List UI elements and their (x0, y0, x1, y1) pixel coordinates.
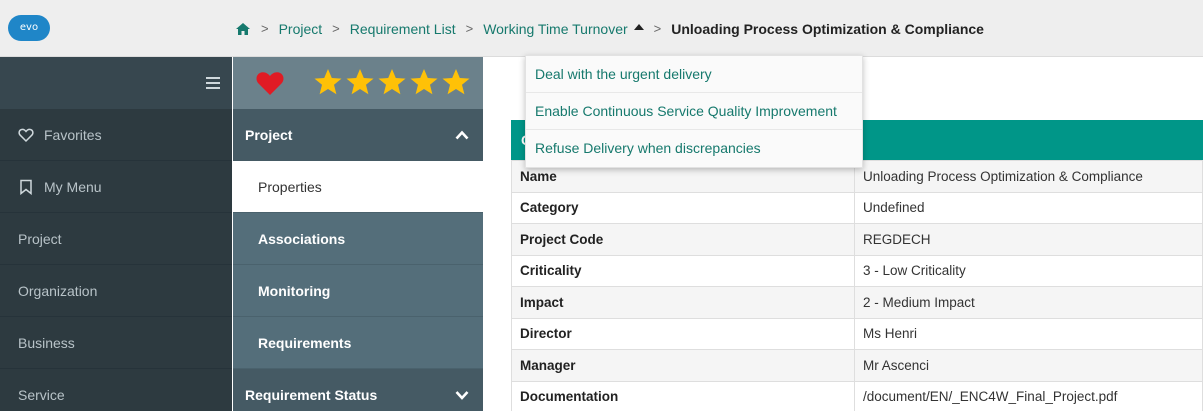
breadcrumb-project[interactable]: Project (279, 21, 323, 37)
breadcrumb: > Project > Requirement List > Working T… (235, 0, 984, 57)
table-row: Documentation/document/EN/_ENC4W_Final_P… (511, 380, 1203, 411)
star-icon[interactable] (409, 67, 439, 97)
dropdown-item[interactable]: Deal with the urgent delivery (526, 56, 862, 93)
bookmark-icon (20, 179, 32, 195)
property-key: Impact (511, 286, 855, 319)
chevron-up-icon[interactable] (455, 129, 469, 141)
dropdown-item[interactable]: Refuse Delivery when discrepancies (526, 130, 862, 167)
favorite-rating-bar (233, 57, 483, 109)
property-key: Project Code (511, 223, 855, 256)
breadcrumb-working-time-turnover[interactable]: Working Time Turnover (483, 21, 627, 37)
breadcrumb-requirement-list[interactable]: Requirement List (350, 21, 456, 37)
table-row: Project Code REGDECH (511, 223, 1203, 256)
sidebar-item-business[interactable]: Business (0, 317, 232, 369)
menu-item-requirements[interactable]: Requirements (233, 317, 483, 369)
property-value: Mr Ascenci (854, 349, 1203, 382)
menu-item-associations[interactable]: Associations (233, 213, 483, 265)
sidebar-item-label: My Menu (44, 178, 102, 195)
section-header-project[interactable]: Project (233, 109, 483, 161)
breadcrumb-separator: > (332, 21, 340, 36)
sidebar-item-service[interactable]: Service (0, 369, 232, 411)
property-key: Director (511, 317, 855, 350)
table-row: Category Undefined (511, 191, 1203, 224)
table-row: Impact 2 - Medium Impact (511, 286, 1203, 319)
dropdown-item[interactable]: Enable Continuous Service Quality Improv… (526, 93, 862, 130)
star-icon[interactable] (377, 67, 407, 97)
sidebar-header (0, 57, 232, 109)
caret-up-icon[interactable] (633, 23, 644, 30)
property-value: Undefined (854, 191, 1203, 224)
documentation-link[interactable]: /document/EN/_ENC4W_Final_Project.pdf (854, 380, 1203, 411)
star-icon[interactable] (441, 67, 471, 97)
chevron-down-icon[interactable] (455, 389, 469, 401)
property-value: Ms Henri (854, 317, 1203, 350)
heart-outline-icon (18, 128, 34, 142)
object-menu-panel: Project Properties Associations Monitori… (233, 57, 483, 411)
breadcrumb-dropdown-menu: Deal with the urgent delivery Enable Con… (525, 55, 863, 168)
breadcrumb-separator: > (465, 21, 474, 36)
app-logo[interactable]: evo (8, 15, 50, 41)
property-key: Criticality (511, 254, 855, 287)
property-key: Manager (511, 349, 855, 382)
hamburger-menu-icon[interactable] (206, 77, 220, 89)
section-title: Requirement Status (245, 387, 378, 403)
breadcrumb-separator: > (653, 21, 662, 36)
home-icon[interactable] (235, 22, 251, 36)
breadcrumb-separator: > (261, 21, 269, 36)
main-sidebar: Favorites My Menu Project Organization B… (0, 57, 232, 411)
section-title: Project (245, 127, 293, 143)
property-value: REGDECH (854, 223, 1203, 256)
property-value: Unloading Process Optimization & Complia… (854, 160, 1203, 193)
table-row: Manager Mr Ascenci (511, 349, 1203, 382)
favorite-heart-icon[interactable] (255, 69, 285, 97)
star-icon[interactable] (345, 67, 375, 97)
breadcrumb-current: Unloading Process Optimization & Complia… (671, 20, 984, 37)
property-key: Category (511, 191, 855, 224)
section-header-requirement-status[interactable]: Requirement Status (233, 369, 483, 411)
table-row: Director Ms Henri (511, 317, 1203, 350)
sidebar-item-organization[interactable]: Organization (0, 265, 232, 317)
sidebar-item-project[interactable]: Project (0, 213, 232, 265)
rating-stars[interactable] (313, 67, 471, 97)
property-key: Documentation (511, 380, 855, 411)
sidebar-item-my-menu[interactable]: My Menu (0, 161, 232, 213)
properties-table: Name Unloading Process Optimization & Com… (511, 160, 1203, 411)
top-bar: evo > Project > Requirement List > Worki… (0, 0, 1203, 57)
sidebar-item-favorites[interactable]: Favorites (0, 109, 232, 161)
property-value: 3 - Low Criticality (854, 254, 1203, 287)
property-value: 2 - Medium Impact (854, 286, 1203, 319)
menu-item-properties[interactable]: Properties (233, 161, 483, 213)
table-row: Criticality 3 - Low Criticality (511, 254, 1203, 287)
star-icon[interactable] (313, 67, 343, 97)
menu-item-monitoring[interactable]: Monitoring (233, 265, 483, 317)
sidebar-item-label: Favorites (44, 126, 102, 143)
